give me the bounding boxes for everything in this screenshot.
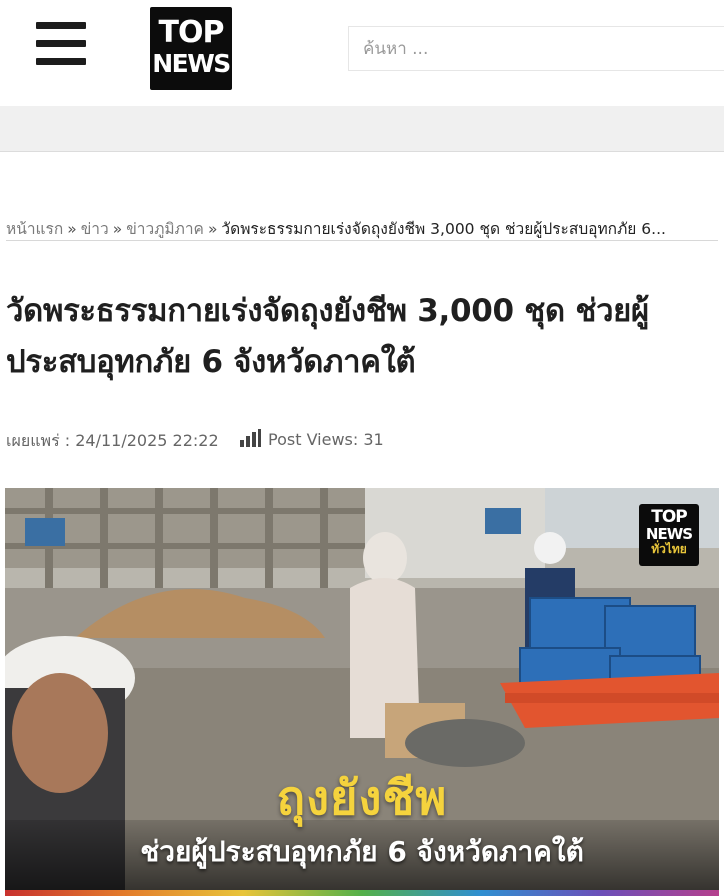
breadcrumb-regional-news[interactable]: ข่าวภูมิภาค [126,220,204,238]
watermark-logo: TOP NEWS ทั่วไทย [639,504,699,566]
watermark-middle-text: NEWS [645,525,693,543]
image-caption-headline: ถุงยังชีพ [276,771,448,826]
bar-chart-icon [240,429,261,447]
site-logo[interactable]: TOP NEWS [150,7,232,90]
menu-bar [36,40,86,47]
image-caption-sub: ช่วยผู้ประสบอุทกภัย 6 จังหวัดภาคใต้ [140,835,584,868]
breadcrumb-news[interactable]: ข่าว [81,220,109,238]
menu-icon[interactable] [36,22,88,66]
watermark-top-text: TOP [651,507,688,527]
post-views: Post Views: 31 [240,429,384,449]
featured-image: TOP NEWS ทั่วไทย ถุงยังชีพ ช่วยผู้ประสบอ… [5,488,719,896]
article-title: วัดพระธรรมกายเร่งจัดถุงยังชีพ 3,000 ชุด … [6,293,649,380]
breadcrumb-separator: » [207,220,218,238]
menu-bar [36,22,86,29]
breadcrumb-separator: » [112,220,123,238]
logo-bottom-text: NEWS [152,49,231,78]
nav-band [0,106,724,152]
breadcrumb: หน้าแรก» ข่าว» ข่าวภูมิภาค» วัดพระธรรมกายเร… [6,216,718,241]
menu-bar [36,58,86,65]
site-header: TOP NEWS [0,0,724,106]
breadcrumb-current: วัดพระธรรมกายเร่งจัดถุงยังชีพ 3,000 ชุด … [221,220,666,238]
search-input[interactable] [348,26,724,71]
breadcrumb-home[interactable]: หน้าแรก [6,220,63,238]
rainbow-strip [5,890,719,896]
breadcrumb-separator: » [67,220,77,238]
article-meta: เผยแพร่ : 24/11/2025 22:22 Post Views: 3… [6,429,384,455]
publish-date: เผยแพร่ : 24/11/2025 22:22 [6,431,219,450]
logo-top-text: TOP [158,15,225,50]
post-views-label: Post Views: 31 [268,430,384,449]
watermark-bottom-text: ทั่วไทย [651,542,687,556]
